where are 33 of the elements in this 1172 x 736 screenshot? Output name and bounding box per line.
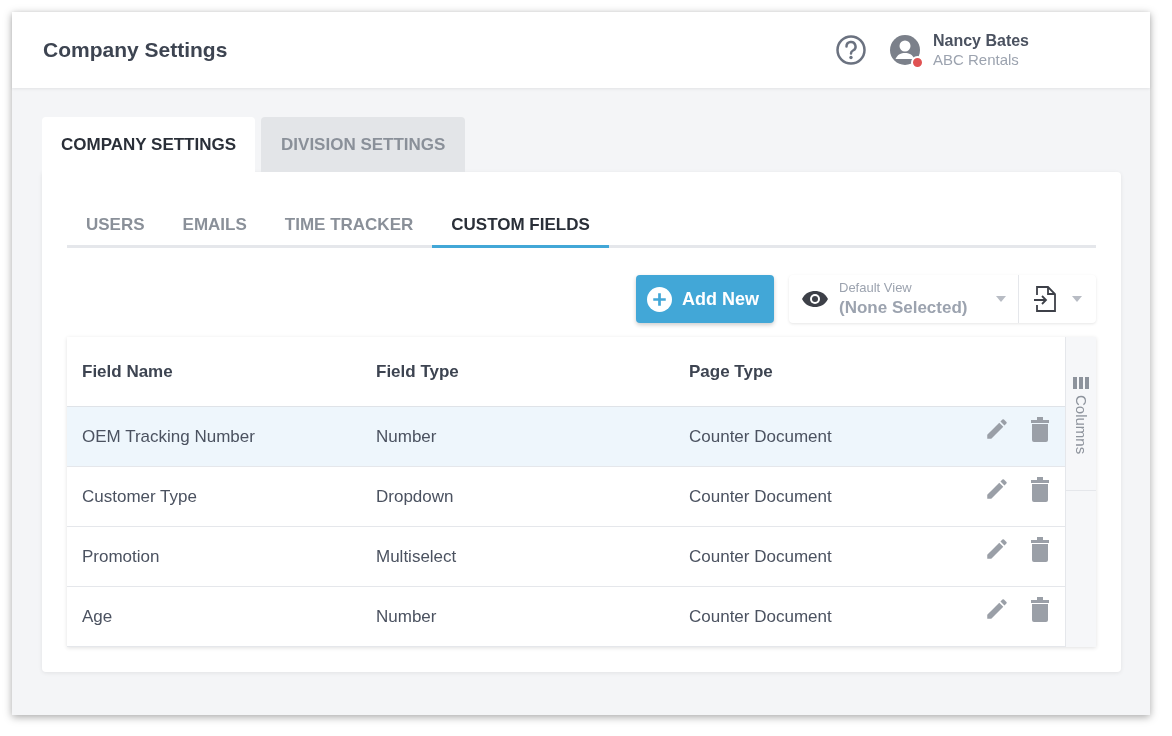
section-tab[interactable]: CUSTOM FIELDS [432, 204, 609, 248]
table-cell-text: Number [375, 605, 438, 628]
table-cell-text: Number [375, 425, 438, 448]
column-header[interactable]: Field Name [67, 358, 361, 385]
help-icon[interactable] [834, 34, 867, 66]
settings-tab[interactable]: COMPANY SETTINGS [42, 117, 256, 172]
column-header[interactable]: Field Type [361, 358, 674, 385]
plus-icon [647, 286, 672, 312]
file-import-icon [1033, 285, 1057, 313]
table-cell-text: Counter Document [688, 485, 833, 508]
caret-icon [996, 296, 1006, 302]
caret-icon [1072, 296, 1082, 302]
delete-icon[interactable] [1030, 475, 1050, 502]
table-cell-text: Multiselect [375, 545, 458, 568]
table-cell-text: Counter Document [688, 605, 833, 628]
table-cell-text: OEM Tracking Number [81, 425, 256, 448]
table-cell-text: Age [81, 605, 114, 628]
table-row[interactable]: OEM Tracking Number Number Counter Document [67, 407, 1065, 467]
column-header[interactable]: Page Type [674, 358, 954, 385]
user-name: Nancy Bates [932, 30, 1029, 51]
table-cell-text: Promotion [81, 545, 161, 568]
company-name: ABC Rentals [932, 50, 1020, 70]
columns-icon [1073, 377, 1089, 389]
table-cell-text: Counter Document [688, 545, 833, 568]
eye-icon [801, 290, 829, 308]
table-cell-text: Counter Document [688, 425, 833, 448]
page-title: Company Settings [43, 37, 228, 64]
table-cell-text: Customer Type [81, 485, 198, 508]
delete-icon[interactable] [1030, 595, 1050, 622]
table-cell-text: Dropdown [375, 485, 455, 508]
delete-icon[interactable] [1030, 415, 1050, 442]
user-avatar-icon[interactable] [888, 34, 921, 66]
delete-icon[interactable] [1030, 535, 1050, 562]
